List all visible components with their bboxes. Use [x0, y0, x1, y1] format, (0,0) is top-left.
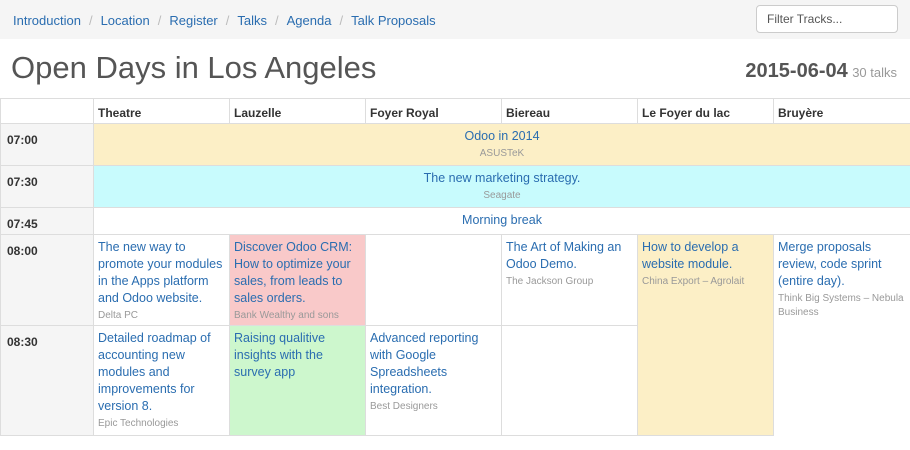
breadcrumb-separator: /: [275, 13, 279, 28]
talk-title[interactable]: Morning break: [98, 212, 906, 229]
talk-speaker: The Jackson Group: [506, 276, 594, 287]
time-slot-0700: 07:00: [0, 124, 94, 166]
talk-title[interactable]: Merge proposals review, code sprint (ent…: [778, 239, 906, 290]
nav-link-agenda[interactable]: Agenda: [287, 13, 332, 28]
breadcrumb-separator: /: [157, 13, 162, 28]
talk-merge-proposals[interactable]: Merge proposals review, code sprint (ent…: [774, 235, 910, 436]
room-header-theatre: Theatre: [94, 98, 230, 124]
agenda-date: 2015-06-04 30 talks: [745, 60, 897, 83]
talk-accounting-roadmap[interactable]: Detailed roadmap of accounting new modul…: [94, 326, 230, 436]
top-navbar: Introduction / Location / Register / Talks / Age…: [0, 0, 910, 39]
talk-title[interactable]: Advanced reporting with Google Spreadshe…: [370, 330, 497, 398]
talk-speaker: Delta PC: [98, 310, 139, 321]
talk-marketing-strategy[interactable]: The new marketing strategy. Seagate: [94, 166, 910, 208]
morning-break[interactable]: Morning break: [94, 208, 910, 235]
talk-speaker: Seagate: [483, 190, 521, 201]
room-header-bruyere: Bruyère: [774, 98, 910, 124]
talk-speaker: Best Designers: [370, 401, 438, 412]
room-header-foyer-royal: Foyer Royal: [366, 98, 502, 124]
nav-link-register[interactable]: Register: [169, 13, 217, 28]
talk-speaker: ASUSTeK: [479, 148, 525, 159]
empty-slot: [502, 326, 638, 436]
room-header-lauzelle: Lauzelle: [230, 98, 366, 124]
room-header-le-foyer-du-lac: Le Foyer du lac: [638, 98, 774, 124]
room-header-biereau: Biereau: [502, 98, 638, 124]
empty-slot: [366, 235, 502, 326]
talk-title[interactable]: The new way to promote your modules in t…: [98, 239, 225, 307]
talk-survey-app[interactable]: Raising qualitive insights with the surv…: [230, 326, 366, 436]
talk-title[interactable]: The Art of Making an Odoo Demo.: [506, 239, 633, 273]
breadcrumb-separator: /: [339, 13, 344, 28]
talk-speaker: Epic Technologies: [98, 418, 179, 429]
header-corner-cell: [0, 98, 94, 124]
time-slot-0745: 07:45: [0, 208, 94, 235]
nav-link-talk-proposals[interactable]: Talk Proposals: [351, 13, 436, 28]
talk-odoo-in-2014[interactable]: Odoo in 2014 ASUSTeK: [94, 124, 910, 166]
breadcrumb-separator: /: [225, 13, 230, 28]
talk-title[interactable]: Raising qualitive insights with the surv…: [234, 330, 361, 381]
talk-website-module[interactable]: How to develop a website module. China E…: [638, 235, 774, 436]
time-slot-0830: 08:30: [0, 326, 94, 436]
talk-google-spreadsheets[interactable]: Advanced reporting with Google Spreadshe…: [366, 326, 502, 436]
breadcrumb: Introduction / Location / Register / Talks / Age…: [13, 13, 436, 28]
talk-title[interactable]: Detailed roadmap of accounting new modul…: [98, 330, 225, 415]
talk-title[interactable]: Odoo in 2014: [98, 128, 906, 145]
breadcrumb-separator: /: [88, 13, 93, 28]
talk-title[interactable]: The new marketing strategy.: [98, 170, 906, 187]
talk-odoo-demo[interactable]: The Art of Making an Odoo Demo. The Jack…: [502, 235, 638, 326]
page-title: Open Days in Los Angeles: [11, 50, 377, 85]
filter-tracks-input[interactable]: [756, 5, 898, 33]
nav-link-introduction[interactable]: Introduction: [13, 13, 81, 28]
talk-apps-platform[interactable]: The new way to promote your modules in t…: [94, 235, 230, 326]
time-slot-0730: 07:30: [0, 166, 94, 208]
date-label: 2015-06-04: [745, 60, 848, 82]
talk-speaker: China Export – Agrolait: [642, 276, 745, 287]
nav-link-location[interactable]: Location: [101, 13, 150, 28]
talk-count: 30 talks: [852, 65, 897, 80]
talk-title[interactable]: How to develop a website module.: [642, 239, 769, 273]
time-slot-0800: 08:00: [0, 235, 94, 326]
talk-odoo-crm[interactable]: Discover Odoo CRM: How to optimize your …: [230, 235, 366, 326]
talk-title[interactable]: Discover Odoo CRM: How to optimize your …: [234, 239, 361, 307]
talk-speaker: Think Big Systems – Nebula Business: [778, 293, 904, 318]
nav-link-talks[interactable]: Talks: [237, 13, 267, 28]
talk-speaker: Bank Wealthy and sons: [234, 310, 339, 321]
